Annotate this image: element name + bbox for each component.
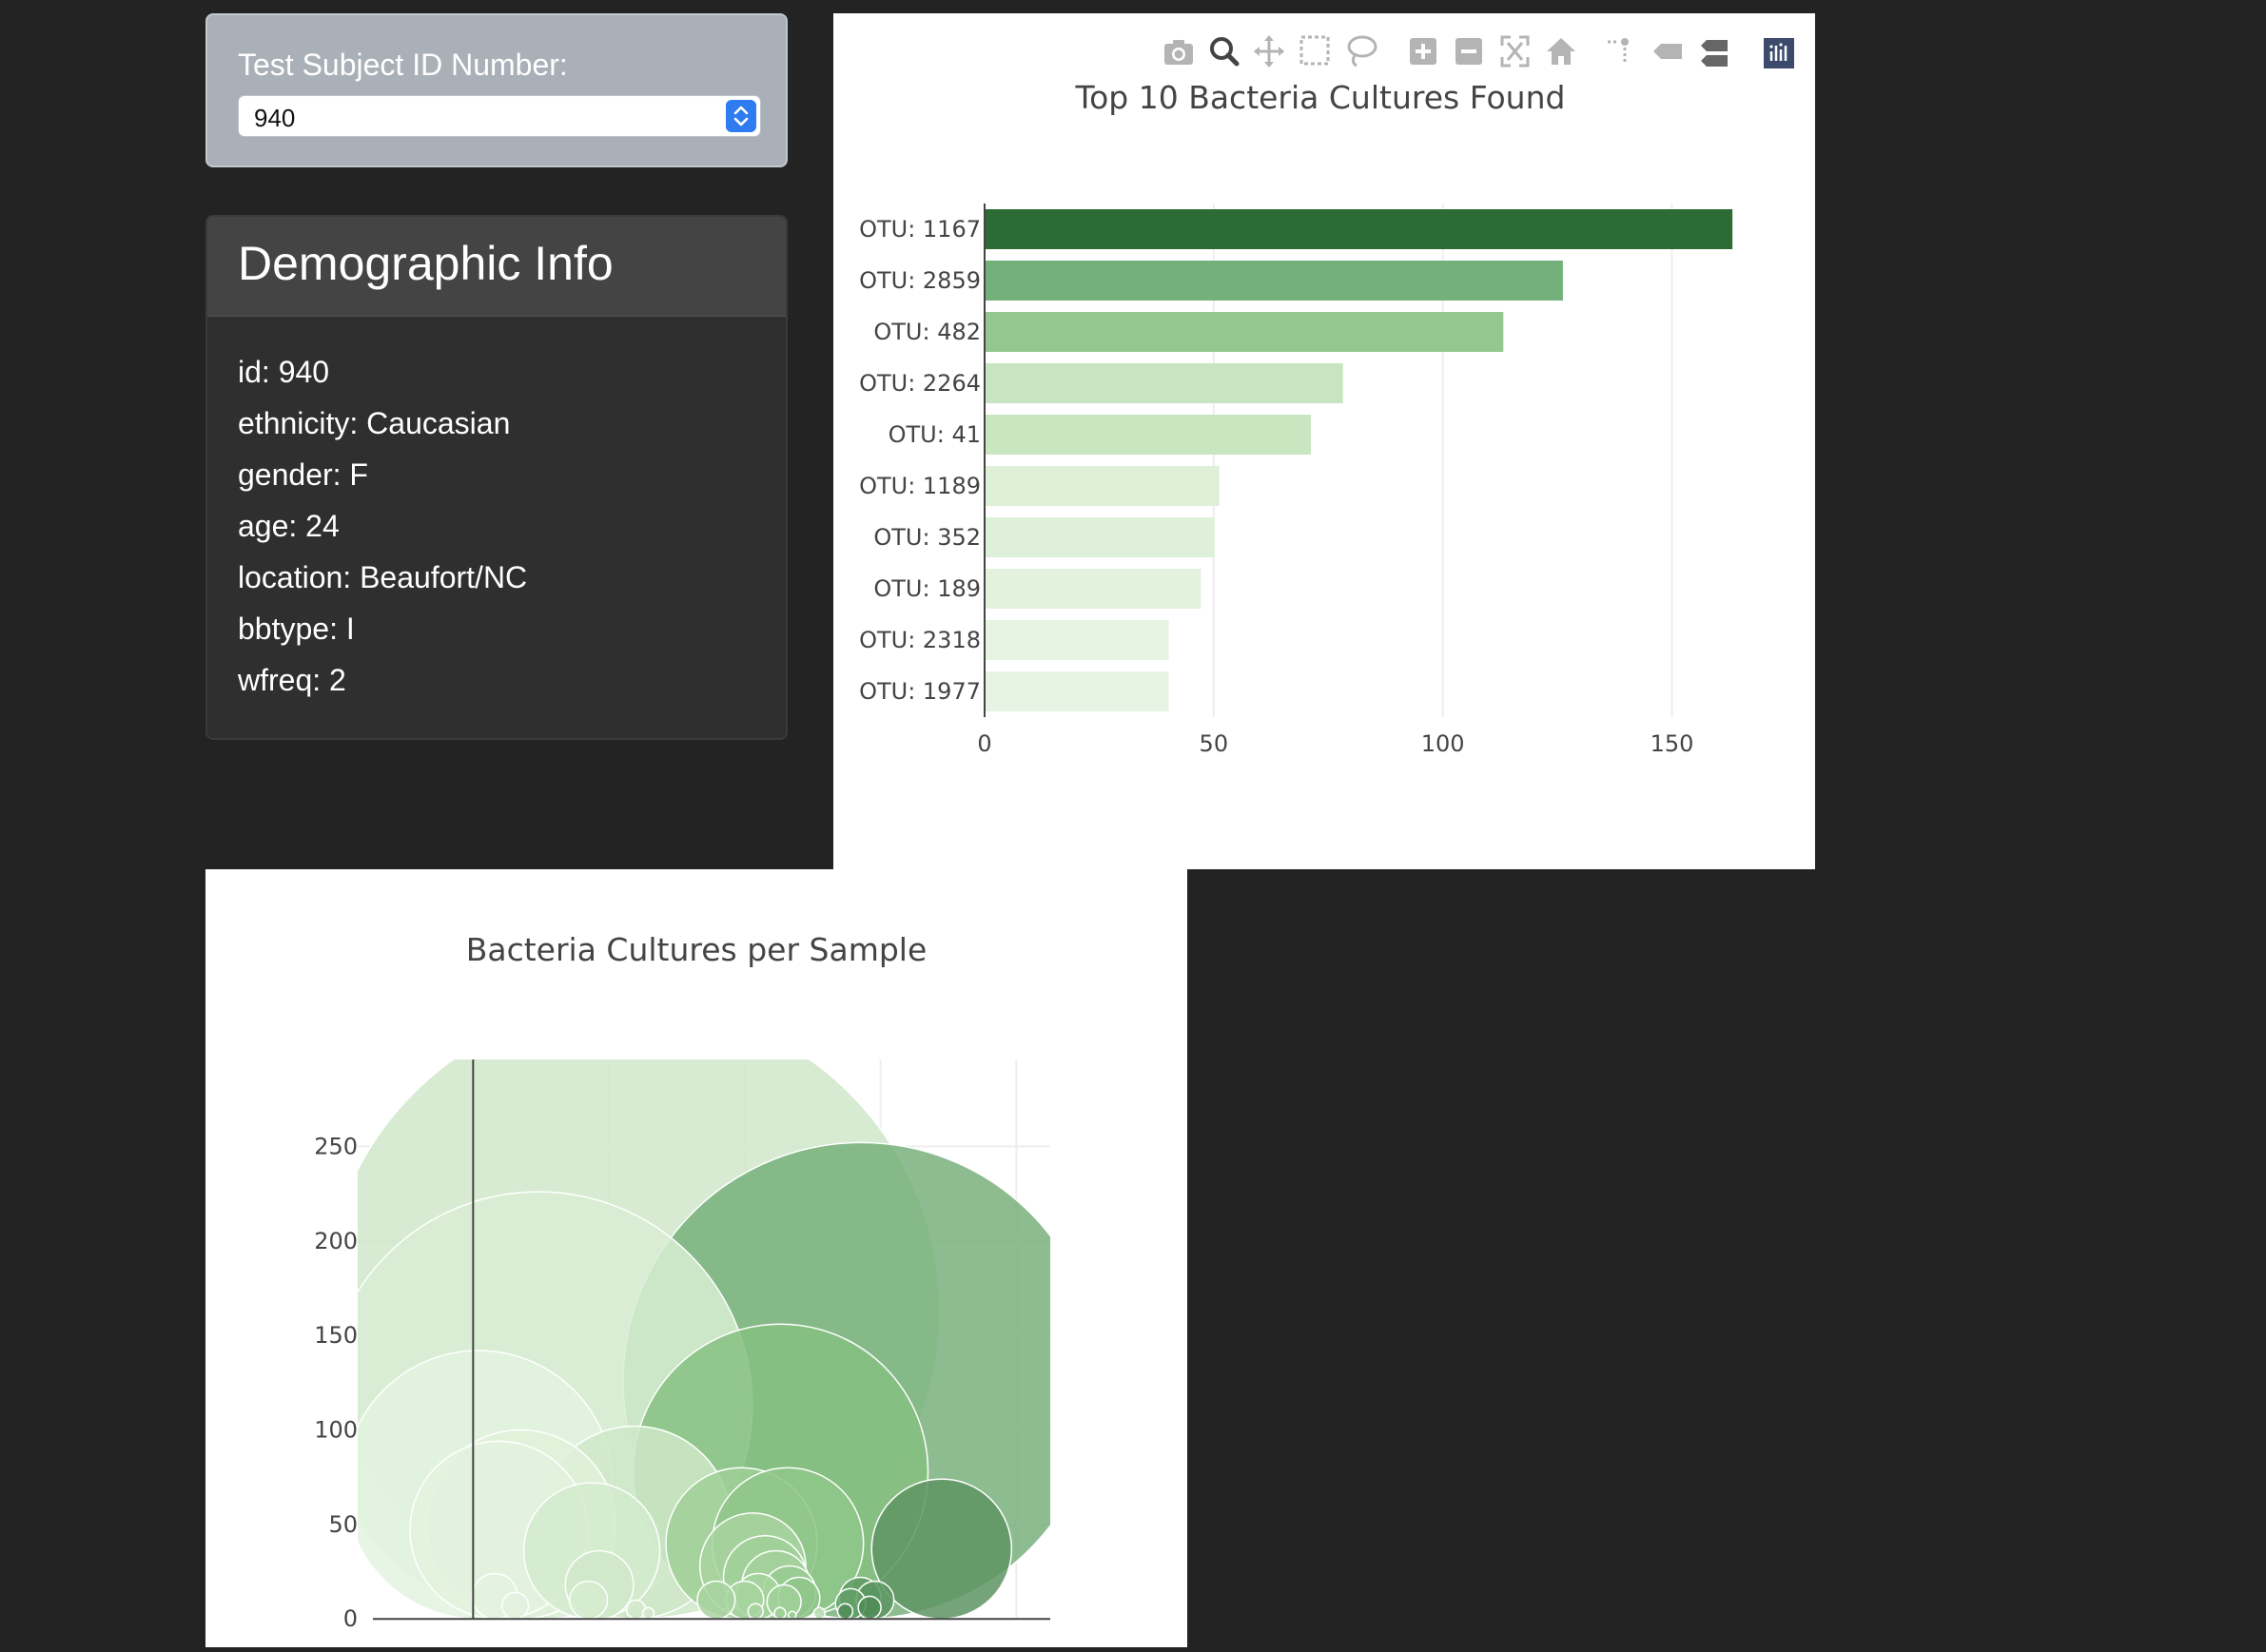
demographic-info-panel: Demographic Info id: 940 ethnicity: Cauc… — [205, 215, 788, 740]
bar-category-label: OTU: 352 — [873, 524, 981, 551]
bar-category-label: OTU: 189 — [873, 575, 981, 602]
hover-closest-icon[interactable] — [1653, 44, 1682, 59]
bar-category-label: OTU: 1189 — [859, 473, 981, 499]
camera-icon[interactable] — [1164, 40, 1193, 65]
zoom-icon[interactable] — [1210, 37, 1240, 67]
lasso-select-icon[interactable] — [1347, 35, 1377, 68]
bar-mark[interactable] — [986, 415, 1311, 455]
demographic-info-header: Demographic Info — [207, 217, 786, 317]
bar-mark[interactable] — [986, 671, 1169, 711]
bubble-chart-title: Bacteria Cultures per Sample — [466, 931, 928, 968]
bubble-y-tick-label: 150 — [314, 1322, 358, 1349]
bubble-mark[interactable] — [788, 1610, 797, 1620]
bar-mark[interactable] — [986, 209, 1733, 249]
spike-lines-icon[interactable] — [1608, 38, 1629, 65]
bubble-y-tick-label: 50 — [328, 1511, 358, 1538]
subject-selector-panel: Test Subject ID Number: 940 — [205, 13, 788, 167]
demographic-item-gender: gender: F — [238, 457, 368, 492]
bubble-y-tick-label: 100 — [314, 1416, 358, 1443]
zoom-out-icon[interactable] — [1455, 38, 1482, 65]
bar-category-label: OTU: 41 — [889, 421, 981, 448]
bar-mark[interactable] — [986, 312, 1504, 352]
bubble-mark[interactable] — [836, 1603, 854, 1620]
demographic-item-location: location: Beaufort/NC — [238, 560, 528, 594]
reset-axes-icon[interactable] — [1547, 38, 1575, 65]
bubble-chart-panel: Bacteria Cultures per Sample 0 50 100 150 20… — [205, 869, 1187, 1652]
bar-mark[interactable] — [986, 466, 1220, 506]
bar-category-label: OTU: 1167 — [859, 216, 981, 243]
top10-bar-chart: Top 10 Bacteria Cultures Found OTU: 1167… — [859, 79, 1733, 757]
subject-id-selected-value: 940 — [254, 104, 296, 132]
autoscale-icon[interactable] — [1500, 35, 1530, 68]
chart-modebar — [1162, 32, 1806, 74]
bubble-mark[interactable] — [500, 1591, 530, 1620]
bubble-y-tick-label: 200 — [314, 1228, 358, 1254]
bubble-mark[interactable] — [857, 1595, 882, 1620]
bar-x-tick-label: 150 — [1651, 730, 1694, 757]
bar-category-label: OTU: 2859 — [859, 267, 981, 294]
subject-id-select[interactable]: 940 — [238, 95, 761, 137]
bar-x-tick-label: 0 — [977, 730, 991, 757]
plotly-logo-icon[interactable] — [1764, 38, 1794, 68]
bar-category-label: OTU: 482 — [873, 319, 981, 345]
hover-compare-icon[interactable] — [1701, 40, 1728, 67]
bubble-mark[interactable] — [812, 1606, 827, 1620]
bar-chart-title: Top 10 Bacteria Cultures Found — [1075, 79, 1566, 116]
demographic-item-bbtype: bbtype: I — [238, 612, 355, 646]
bubble-mark[interactable] — [641, 1606, 655, 1620]
bar-mark[interactable] — [986, 569, 1201, 609]
demographic-item-wfreq: wfreq: 2 — [238, 663, 346, 697]
bar-category-label: OTU: 1977 — [859, 678, 981, 705]
bar-category-label: OTU: 2264 — [859, 370, 981, 397]
bubble-mark[interactable] — [696, 1580, 736, 1620]
bubble-mark[interactable] — [569, 1580, 609, 1620]
bubble-mark[interactable] — [773, 1606, 787, 1620]
demographic-item-age: age: 24 — [238, 509, 340, 543]
demographic-item-ethnicity: ethnicity: Caucasian — [238, 406, 511, 440]
demographic-info-title: Demographic Info — [238, 237, 614, 290]
bubble-mark[interactable] — [747, 1603, 764, 1620]
select-arrows-icon[interactable] — [726, 100, 756, 132]
demographic-item-id: id: 940 — [238, 355, 330, 389]
pan-icon[interactable] — [1254, 35, 1284, 68]
bar-category-label: OTU: 2318 — [859, 627, 981, 653]
top10-bar-chart-panel: Top 10 Bacteria Cultures Found OTU: 1167… — [833, 13, 1815, 869]
subject-selector-label: Test Subject ID Number: — [238, 48, 568, 82]
bubble-y-tick-label: 250 — [314, 1133, 358, 1159]
bar-x-tick-label: 100 — [1421, 730, 1465, 757]
zoom-in-icon[interactable] — [1410, 38, 1436, 65]
bar-mark[interactable] — [986, 363, 1343, 403]
box-select-icon[interactable] — [1299, 35, 1330, 66]
bubble-y-tick-label: 0 — [343, 1605, 358, 1632]
bar-mark[interactable] — [986, 517, 1215, 557]
demographic-info-list: id: 940 ethnicity: Caucasian gender: F a… — [238, 346, 527, 706]
bar-mark[interactable] — [986, 620, 1169, 660]
bar-x-tick-label: 50 — [1200, 730, 1229, 757]
bubble-chart: Bacteria Cultures per Sample 0 50 100 150 20… — [314, 931, 1050, 1652]
bar-mark[interactable] — [986, 261, 1563, 301]
